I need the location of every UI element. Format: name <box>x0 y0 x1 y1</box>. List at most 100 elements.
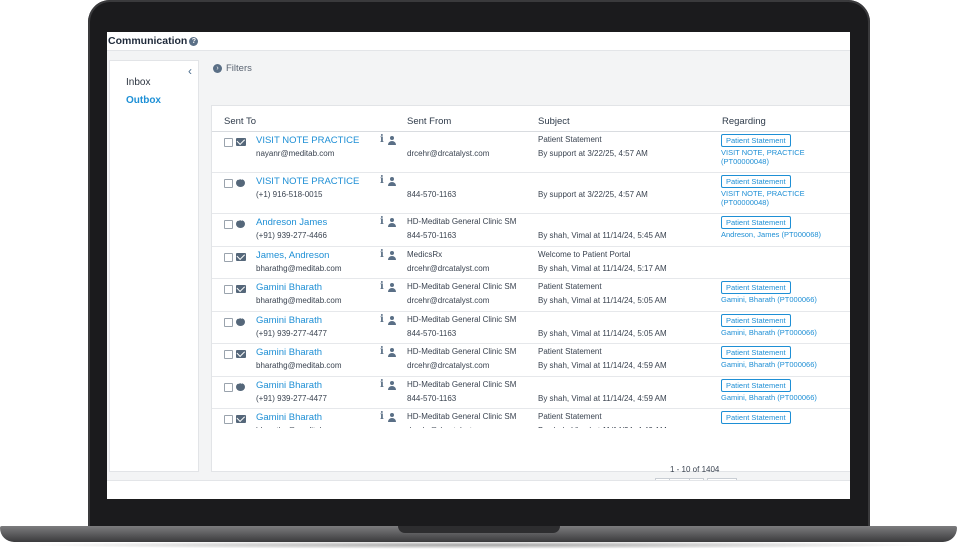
row-checkbox[interactable] <box>224 285 233 294</box>
status-badge[interactable]: Patient Statement <box>721 346 791 359</box>
status-badge[interactable]: Patient Statement <box>721 281 791 294</box>
regarding-patient[interactable]: Gamini, Bharath (PT000066) <box>721 393 817 403</box>
sent-from-name: HD-Meditab General Clinic SM <box>407 315 517 324</box>
laptop-notch <box>398 526 560 533</box>
sent-from-contact: drcehr@drcatalyst.com <box>407 426 489 428</box>
user-icon[interactable] <box>388 381 396 390</box>
filters-toggle[interactable]: › Filters <box>213 63 252 74</box>
table-row[interactable]: Gamini Bharath bharathg@meditab.com i HD-Me… <box>212 344 850 377</box>
email-icon <box>236 253 246 261</box>
recipient-name[interactable]: Andreson James <box>256 217 327 228</box>
recipient-name[interactable]: Gamini Bharath <box>256 282 322 293</box>
info-icon[interactable]: i <box>380 249 384 260</box>
subject-title: Welcome to Patient Portal <box>538 250 631 259</box>
title-bar: Communication ? <box>107 32 850 51</box>
subject-title: Patient Statement <box>538 412 602 421</box>
user-icon[interactable] <box>388 283 396 292</box>
regarding-patient-id[interactable]: (PT00000048) <box>721 198 769 208</box>
recipient-contact: nayanr@meditab.com <box>256 149 335 158</box>
sidebar-item-outbox[interactable]: Outbox <box>126 95 161 106</box>
status-badge[interactable]: Patient Statement <box>721 175 791 188</box>
info-icon[interactable]: i <box>380 314 384 325</box>
recipient-name[interactable]: Gamini Bharath <box>256 380 322 391</box>
info-icon[interactable]: i <box>380 175 384 186</box>
table-row[interactable]: Gamini Bharath (+91) 939-277-4477 i HD-Medi… <box>212 377 850 409</box>
regarding-patient-id[interactable]: (PT00000048) <box>721 157 769 167</box>
user-icon[interactable] <box>388 348 396 357</box>
sent-from-contact: 844-570-1163 <box>407 190 457 199</box>
column-header-regarding[interactable]: Regarding <box>722 116 766 127</box>
info-icon[interactable]: i <box>380 216 384 227</box>
sent-from-name: HD-Meditab General Clinic SM <box>407 217 517 226</box>
table-row[interactable]: VISIT NOTE PRACTICE (+1) 916-518-0015 i 844… <box>212 173 850 214</box>
column-header-subject[interactable]: Subject <box>538 116 570 127</box>
table-header: Sent To Sent From Subject Regarding <box>212 106 850 132</box>
user-icon[interactable] <box>388 413 396 422</box>
row-checkbox[interactable] <box>224 350 233 359</box>
sent-from-contact: drcehr@drcatalyst.com <box>407 296 490 305</box>
recipient-contact: bharathg@meditab.com <box>256 296 342 305</box>
status-badge[interactable]: Patient Statement <box>721 314 791 327</box>
pagination-range: 1 - 10 of 1404 <box>670 465 720 474</box>
recipient-name[interactable]: VISIT NOTE PRACTICE <box>256 135 359 146</box>
laptop-shadow <box>20 541 937 549</box>
subject-meta: By shah, Vimal at 11/14/24, 4:59 AM <box>538 361 667 370</box>
column-header-sent-to[interactable]: Sent To <box>224 116 256 127</box>
recipient-name[interactable]: Gamini Bharath <box>256 347 322 358</box>
status-badge[interactable]: Patient Statement <box>721 411 791 424</box>
row-checkbox[interactable] <box>224 318 233 327</box>
sent-from-contact: drcehr@drcatalyst.com <box>407 361 490 370</box>
info-icon[interactable]: i <box>380 134 384 145</box>
status-badge[interactable]: Patient Statement <box>721 379 791 392</box>
app-screen: Communication ? ‹ Inbox Outbox › Filters… <box>107 32 850 499</box>
sidebar-item-inbox[interactable]: Inbox <box>126 77 150 88</box>
subject-title: Patient Statement <box>538 347 602 356</box>
recipient-contact: bharathg@meditab.com <box>256 264 342 273</box>
user-icon[interactable] <box>388 218 396 227</box>
user-icon[interactable] <box>388 251 396 260</box>
recipient-contact: (+91) 939-277-4477 <box>256 394 327 403</box>
regarding-patient[interactable]: Gamini, Bharath (PT000066) <box>721 360 817 370</box>
regarding-patient[interactable]: Gamini, Bharath (PT000066) <box>721 295 817 305</box>
recipient-contact: bharathg@meditab.com <box>256 426 342 428</box>
table-row[interactable]: Gamini Bharath bharathg@meditab.com i HD-Me… <box>212 409 850 428</box>
row-checkbox[interactable] <box>224 253 233 262</box>
row-checkbox[interactable] <box>224 220 233 229</box>
help-icon[interactable]: ? <box>189 36 199 46</box>
row-checkbox[interactable] <box>224 179 233 188</box>
recipient-name[interactable]: Gamini Bharath <box>256 412 322 423</box>
table-row[interactable]: James, Andreson bharathg@meditab.com i Medi… <box>212 247 850 279</box>
sms-icon <box>236 175 245 187</box>
info-icon[interactable]: i <box>380 346 384 357</box>
table-row[interactable]: Gamini Bharath bharathg@meditab.com i HD-Me… <box>212 279 850 312</box>
regarding-patient[interactable]: Andreson, James (PT000068) <box>721 230 821 240</box>
subject-meta: By shah, Vimal at 11/14/24, 5:45 AM <box>538 231 667 240</box>
row-checkbox[interactable] <box>224 383 233 392</box>
recipient-name[interactable]: James, Andreson <box>256 250 329 261</box>
column-header-sent-from[interactable]: Sent From <box>407 116 451 127</box>
table-row[interactable]: VISIT NOTE PRACTICE nayanr@meditab.com i dr… <box>212 132 850 173</box>
subject-meta: By shah, Vimal at 11/14/24, 5:17 AM <box>538 264 667 273</box>
email-icon <box>236 138 246 146</box>
row-checkbox[interactable] <box>224 415 233 424</box>
sent-from-contact: 844-570-1163 <box>407 394 457 403</box>
collapse-sidebar-icon[interactable]: ‹ <box>188 65 192 77</box>
user-icon[interactable] <box>388 316 396 325</box>
recipient-name[interactable]: Gamini Bharath <box>256 315 322 326</box>
email-icon <box>236 415 246 423</box>
info-icon[interactable]: i <box>380 281 384 292</box>
table-row[interactable]: Gamini Bharath (+91) 939-277-4477 i HD-Medi… <box>212 312 850 344</box>
user-icon[interactable] <box>388 177 396 186</box>
recipient-name[interactable]: VISIT NOTE PRACTICE <box>256 176 359 187</box>
sms-icon <box>236 314 245 326</box>
regarding-patient[interactable]: Gamini, Bharath (PT000066) <box>721 328 817 338</box>
user-icon[interactable] <box>388 136 396 145</box>
status-badge[interactable]: Patient Statement <box>721 134 791 147</box>
info-icon[interactable]: i <box>380 379 384 390</box>
row-checkbox[interactable] <box>224 138 233 147</box>
subject-title: Patient Statement <box>538 135 602 144</box>
table-row[interactable]: Andreson James (+91) 939-277-4466 i HD-Medi… <box>212 214 850 247</box>
subject-meta: By support at 3/22/25, 4:57 AM <box>538 190 648 199</box>
info-icon[interactable]: i <box>380 411 384 422</box>
status-badge[interactable]: Patient Statement <box>721 216 791 229</box>
